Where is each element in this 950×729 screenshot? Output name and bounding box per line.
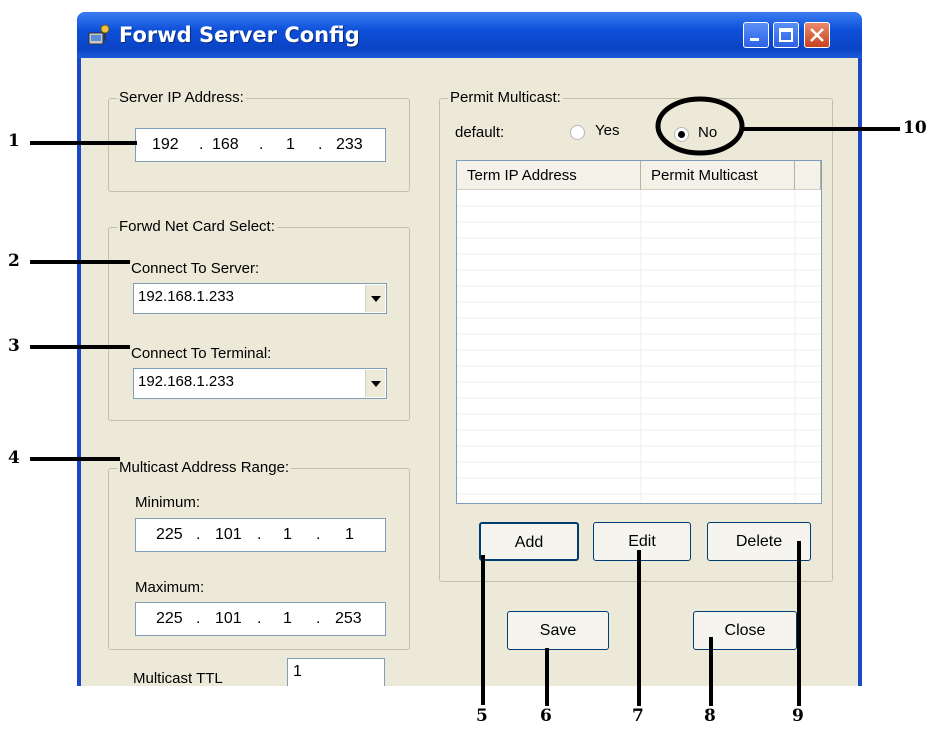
permit-multicast-legend: Permit Multicast: [448, 89, 563, 106]
callout-number-1: 1 [8, 131, 20, 151]
callout-line-1 [30, 141, 137, 145]
callout-number-6: 6 [540, 706, 552, 726]
server-ip-octet-2: 168 [212, 136, 239, 153]
server-ip-input[interactable]: 192 . 168 . 1 . 233 [135, 128, 386, 162]
server-ip-octet-3: 1 [286, 136, 295, 153]
callout-number-3: 3 [8, 336, 20, 356]
multicast-ttl-label: Multicast TTL [133, 670, 223, 687]
callout-line-5 [481, 555, 485, 705]
multicast-range-legend: Multicast Address Range: [117, 459, 292, 476]
connect-server-label: Connect To Server: [131, 260, 260, 277]
minimum-octet-3: 1 [283, 526, 292, 543]
connect-server-value: 192.168.1.233 [138, 288, 234, 305]
edit-button[interactable]: Edit [593, 522, 691, 561]
callout-line-6 [545, 648, 549, 706]
minimum-octet-1: 225 [156, 526, 183, 543]
connect-terminal-label: Connect To Terminal: [131, 345, 272, 362]
minimum-octet-4: 1 [345, 526, 354, 543]
add-button[interactable]: Add [479, 522, 579, 561]
maximum-address-input[interactable]: 225 . 101 . 1 . 253 [135, 602, 386, 636]
multicast-ttl-value: 1 [293, 663, 302, 680]
column-header-spacer [795, 161, 821, 190]
server-ip-octet-4: 233 [336, 136, 363, 153]
callout-number-10: 10 [903, 118, 927, 138]
maximum-octet-4: 253 [335, 610, 362, 627]
callout-line-9 [797, 541, 801, 706]
chevron-down-icon[interactable] [365, 285, 385, 312]
connect-server-select[interactable]: 192.168.1.233 [133, 283, 387, 314]
maximize-button[interactable] [773, 22, 799, 48]
callout-line-10 [744, 127, 900, 131]
close-icon [810, 28, 824, 42]
chevron-down-icon[interactable] [365, 370, 385, 397]
multicast-ttl-input[interactable]: 1 [287, 658, 385, 686]
app-icon [88, 24, 110, 45]
close-window-button[interactable] [804, 22, 830, 48]
callout-circle [655, 96, 745, 156]
term-ip-list[interactable]: Term IP Address Permit Multicast [456, 160, 822, 504]
default-label: default: [455, 124, 505, 141]
minimum-label: Minimum: [135, 494, 201, 511]
yes-radio[interactable] [570, 125, 585, 140]
callout-number-4: 4 [8, 448, 20, 468]
callout-line-8 [709, 637, 713, 706]
server-ip-octet-1: 192 [152, 136, 179, 153]
column-header-term-ip[interactable]: Term IP Address [457, 161, 641, 190]
window-title: Forwd Server Config [119, 23, 360, 47]
maximum-octet-1: 225 [156, 610, 183, 627]
save-button[interactable]: Save [507, 611, 609, 650]
yes-radio-label: Yes [595, 122, 620, 139]
callout-number-5: 5 [476, 706, 488, 726]
callout-number-8: 8 [704, 706, 716, 726]
maximize-icon [779, 28, 793, 42]
net-card-legend: Forwd Net Card Select: [117, 218, 277, 235]
column-header-permit-multicast[interactable]: Permit Multicast [641, 161, 795, 190]
callout-line-7 [637, 550, 641, 706]
callout-line-4 [30, 457, 120, 461]
maximum-octet-3: 1 [283, 610, 292, 627]
maximum-octet-2: 101 [215, 610, 242, 627]
server-ip-legend: Server IP Address: [117, 89, 246, 106]
callout-number-2: 2 [8, 251, 20, 271]
delete-button[interactable]: Delete [707, 522, 811, 561]
callout-number-9: 9 [792, 706, 804, 726]
minimum-octet-2: 101 [215, 526, 242, 543]
list-grid [457, 190, 821, 502]
title-bar[interactable]: Forwd Server Config [77, 12, 862, 58]
connect-terminal-value: 192.168.1.233 [138, 373, 234, 390]
maximum-label: Maximum: [135, 579, 205, 596]
minimum-address-input[interactable]: 225 . 101 . 1 . 1 [135, 518, 386, 552]
callout-number-7: 7 [632, 706, 644, 726]
connect-terminal-select[interactable]: 192.168.1.233 [133, 368, 387, 399]
callout-line-3 [30, 345, 130, 349]
minimize-icon [750, 38, 759, 41]
callout-line-2 [30, 260, 130, 264]
minimize-button[interactable] [743, 22, 769, 48]
